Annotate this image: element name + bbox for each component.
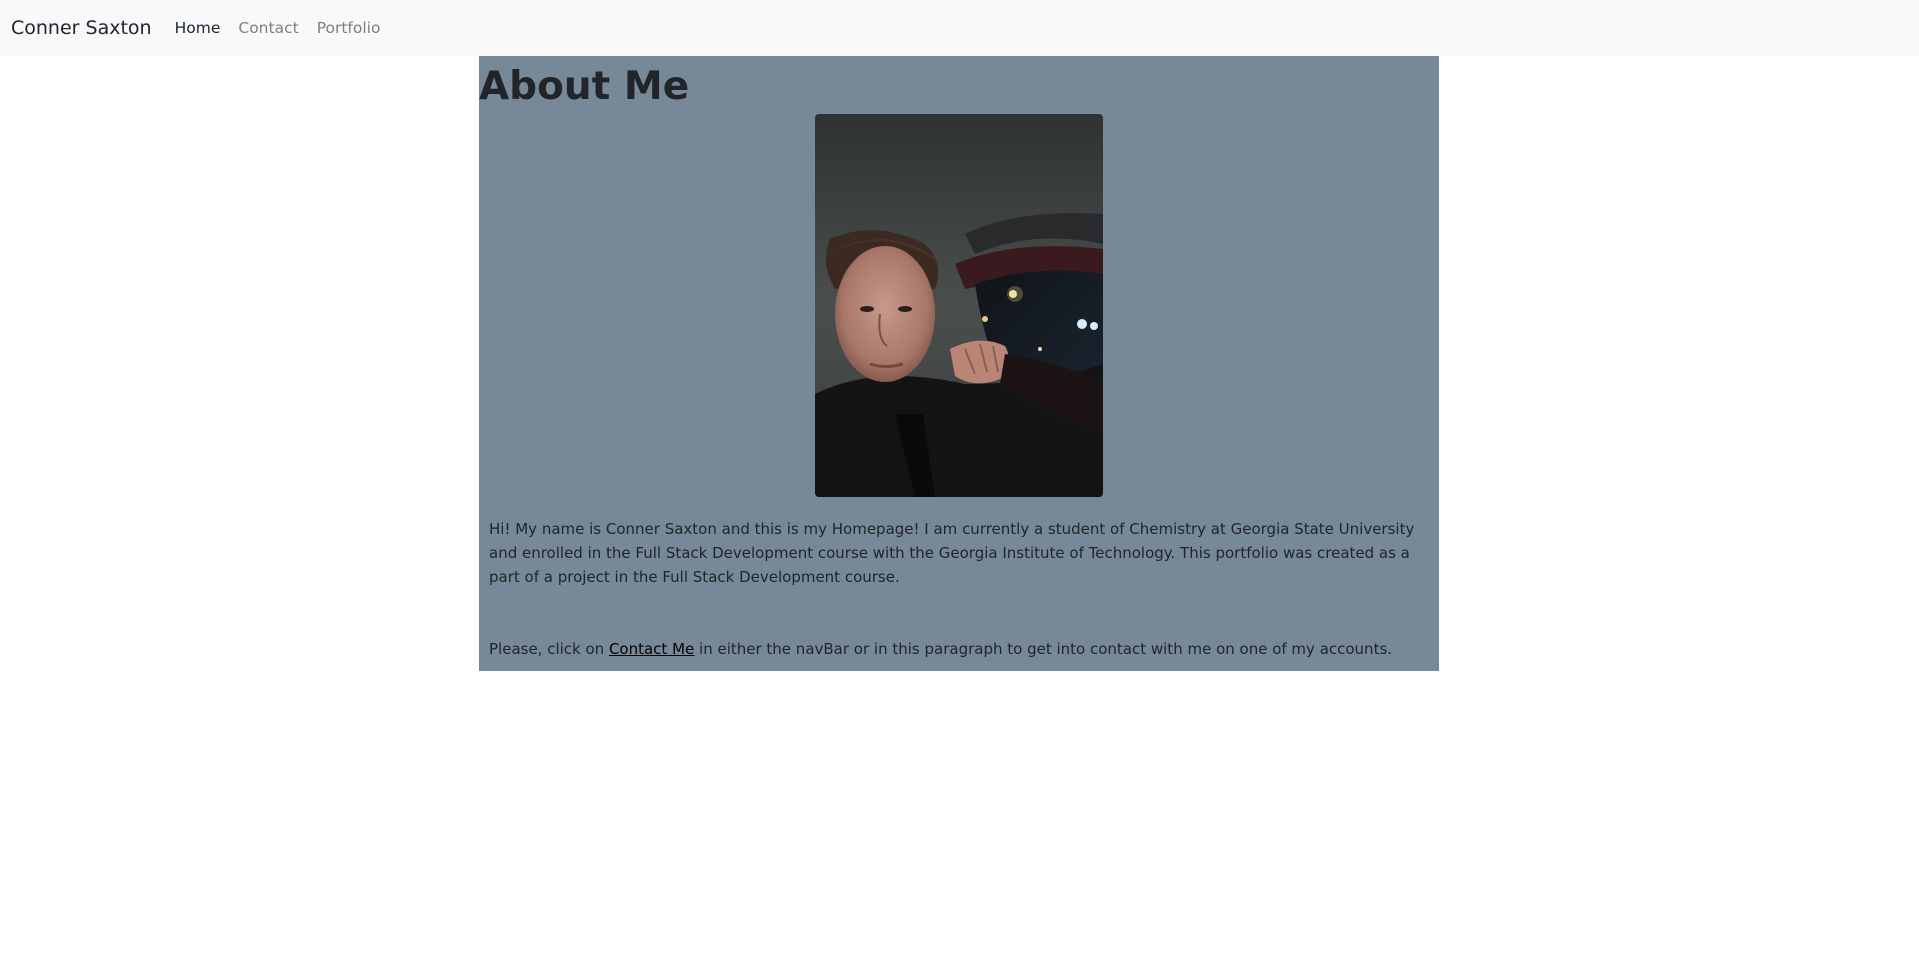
intro-paragraph: Hi! My name is Conner Saxton and this is… (489, 520, 1415, 586)
contact-suffix: in either the navBar or in this paragrap… (694, 640, 1393, 658)
about-section: About Me Hi! My name is Conner Saxton an… (479, 56, 1439, 671)
contact-me-link[interactable]: Contact Me (609, 640, 694, 658)
page-title: About Me (479, 64, 690, 109)
navbar: Conner Saxton Home Contact Portfolio (0, 0, 1919, 56)
brand-link[interactable]: Conner Saxton (11, 17, 152, 39)
nav-links: Home Contact Portfolio (172, 19, 396, 37)
nav-contact-link[interactable]: Contact (238, 19, 298, 37)
nav-portfolio-link[interactable]: Portfolio (317, 19, 381, 37)
contact-prefix: Please, click on (489, 640, 609, 658)
contact-paragraph: Please, click on Contact Me in either th… (489, 637, 1429, 661)
profile-photo (815, 114, 1103, 497)
nav-home-link[interactable]: Home (175, 19, 221, 37)
